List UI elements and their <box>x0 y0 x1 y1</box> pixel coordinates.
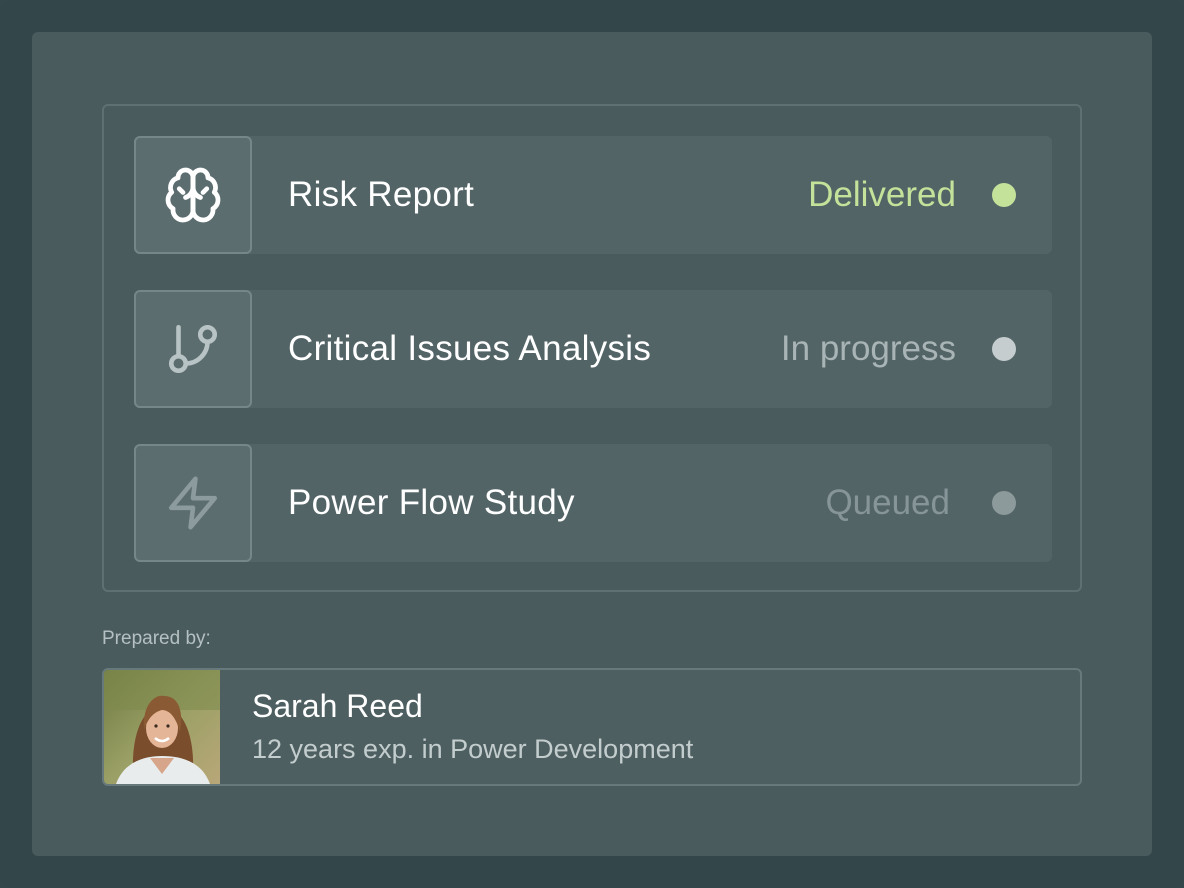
task-icon-box <box>134 136 252 254</box>
task-row-critical-issues-analysis[interactable]: Critical Issues Analysis In progress <box>134 290 1052 408</box>
author-card[interactable]: Sarah Reed 12 years exp. in Power Develo… <box>102 668 1082 786</box>
task-title: Risk Report <box>288 175 475 214</box>
task-icon-box <box>134 290 252 408</box>
avatar <box>104 670 220 784</box>
status-dot <box>992 491 1016 515</box>
report-panel: Risk Report Delivered Critical Issues An… <box>32 32 1152 856</box>
task-title: Critical Issues Analysis <box>288 329 652 368</box>
task-row-risk-report[interactable]: Risk Report Delivered <box>134 136 1052 254</box>
author-experience: 12 years exp. in Power Development <box>252 734 694 764</box>
task-status: Delivered <box>808 175 956 214</box>
status-dot <box>992 337 1016 361</box>
task-status: In progress <box>780 329 956 368</box>
task-status: Queued <box>825 483 950 522</box>
task-list: Risk Report Delivered Critical Issues An… <box>102 104 1082 592</box>
brain-icon <box>165 167 221 223</box>
window-frame: Risk Report Delivered Critical Issues An… <box>0 0 1184 888</box>
status-dot <box>992 183 1016 207</box>
task-title: Power Flow Study <box>288 483 575 522</box>
author-name: Sarah Reed <box>252 688 423 724</box>
prepared-by-label: Prepared by: <box>102 628 211 649</box>
lightning-icon <box>168 476 218 530</box>
task-icon-box <box>134 444 252 562</box>
task-row-power-flow-study[interactable]: Power Flow Study Queued <box>134 444 1052 562</box>
git-branch-icon <box>168 324 218 374</box>
